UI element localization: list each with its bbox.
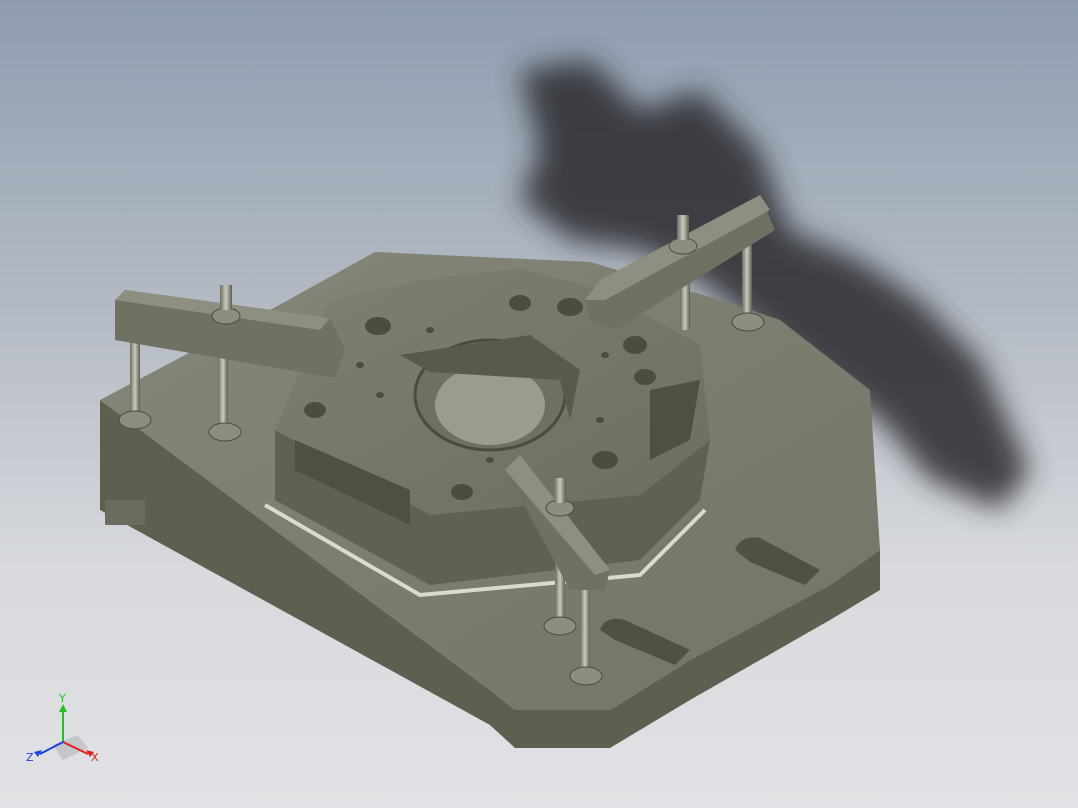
clamp-bolt bbox=[677, 215, 689, 240]
clamp-nut bbox=[731, 312, 765, 332]
fixture-model[interactable] bbox=[0, 0, 1078, 808]
y-axis-label: Y bbox=[58, 692, 66, 705]
orientation-triad[interactable]: Y X Z bbox=[18, 690, 118, 780]
clamp-nut bbox=[668, 237, 698, 255]
y-arrow-icon bbox=[59, 704, 67, 712]
clamp-bolt bbox=[554, 478, 566, 503]
plate-notch bbox=[105, 500, 145, 525]
clamp-nut bbox=[543, 616, 577, 636]
clamp-nut bbox=[208, 422, 242, 442]
clamp-rod bbox=[580, 590, 590, 675]
clamp-nut bbox=[118, 410, 152, 430]
main-block[interactable] bbox=[263, 268, 710, 598]
clamp-nut bbox=[211, 307, 241, 325]
clamp-nut bbox=[569, 666, 603, 686]
triad-base-icon bbox=[53, 735, 88, 760]
clamp-bolt bbox=[220, 285, 232, 310]
x-axis-label: X bbox=[91, 751, 99, 764]
3d-viewport[interactable]: Y X Z bbox=[0, 0, 1078, 808]
z-axis-label: Z bbox=[26, 751, 34, 764]
